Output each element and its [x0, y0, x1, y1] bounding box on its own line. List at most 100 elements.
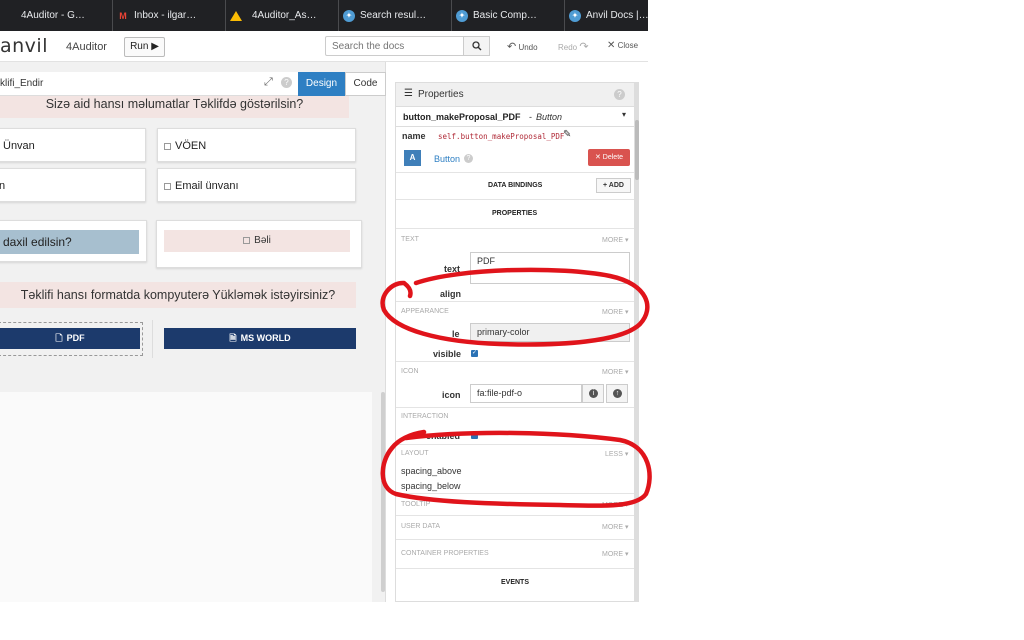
text-field[interactable]: PDF — [470, 252, 630, 284]
properties-title: Properties — [418, 89, 464, 100]
delete-label: Delete — [602, 154, 624, 161]
close-label: Close — [617, 41, 639, 50]
divider — [396, 301, 634, 302]
expand-icon[interactable]: ⤢ — [264, 76, 273, 89]
question-card-2: daxil edilsin? — [0, 220, 147, 262]
icon-picker-button[interactable]: ↑ — [606, 384, 628, 403]
role-field[interactable]: primary-color — [470, 323, 630, 342]
delete-button[interactable]: ✕ Delete — [588, 149, 630, 166]
checkbox-email[interactable]: Email ünvanı — [164, 180, 239, 192]
pdf-button-label: PDF — [66, 333, 85, 343]
component-class-link[interactable]: Button — [434, 154, 460, 164]
tab-design[interactable]: Design — [298, 72, 345, 96]
icon-info-button[interactable]: i — [582, 384, 604, 403]
help-icon[interactable]: ? — [464, 154, 473, 163]
form-header: klifi_Endir ⤢ ? Design Code — [0, 72, 386, 96]
redo-label: Redo — [558, 43, 578, 52]
question-label-3: Təklifi hansı formatda kompyuterə Yükləm… — [0, 282, 356, 308]
visible-checkbox[interactable]: ✓ — [471, 350, 478, 357]
checkbox-card-unvan[interactable]: Ünvan — [0, 128, 146, 162]
more-label: MORE — [602, 502, 623, 509]
less-link-layout[interactable]: LESS ▾ — [605, 450, 628, 458]
component-type-badge: A — [404, 150, 421, 166]
checkbox-label-voen: VÖEN — [175, 140, 207, 152]
screenshot-root: 4Auditor - G… M Inbox - ilgar… 4Auditor_… — [0, 0, 1024, 640]
tab-code[interactable]: Code — [345, 72, 386, 96]
editor-toolbar: anvil 4Auditor — [0, 31, 648, 62]
more-link-text[interactable]: MORE ▾ — [602, 236, 628, 244]
more-label: MORE — [602, 369, 623, 376]
browser-tab-bar: 4Auditor - G… M Inbox - ilgar… 4Auditor_… — [0, 0, 648, 31]
run-button[interactable]: Run ▶ — [124, 37, 165, 57]
form-scrollbar[interactable] — [381, 392, 385, 592]
add-binding-button[interactable]: + ADD — [596, 178, 631, 193]
align-label: align — [440, 289, 462, 299]
properties-panel: ☰ Properties ? button_makeProposal_PDF -… — [395, 82, 635, 602]
arrow-up-icon: ↑ — [613, 389, 622, 398]
msworld-button[interactable]: 🗎 MS WORLD — [164, 328, 356, 349]
question-label-1: Sizə aid hansı məlumatlar Təklifdə göstə… — [0, 96, 349, 118]
section-text: TEXT — [401, 236, 419, 243]
redo-button[interactable]: Redo ↷ — [558, 40, 589, 53]
divider — [396, 199, 634, 200]
browser-tab-3[interactable]: 4Auditor_As… — [226, 0, 339, 31]
name-value[interactable]: self.button_makeProposal_PDF — [438, 132, 564, 141]
add-label: ADD — [608, 182, 624, 189]
browser-tab-6[interactable]: ✦ Anvil Docs |… — [565, 0, 648, 31]
more-link-appearance[interactable]: MORE ▾ — [602, 308, 628, 316]
divider — [396, 493, 634, 494]
checkbox-card-email[interactable]: Email ünvanı — [157, 168, 356, 202]
section-tooltip: TOOLTIP — [401, 501, 431, 508]
app-name: 4Auditor — [66, 41, 107, 53]
chevron-down-icon: ▾ — [622, 110, 627, 119]
help-icon[interactable]: ? — [281, 77, 292, 88]
checkbox-card-voen[interactable]: VÖEN — [157, 128, 356, 162]
more-link-icon[interactable]: MORE ▾ — [602, 368, 628, 376]
component-type-sep: - — [529, 112, 532, 122]
more-link-container[interactable]: MORE ▾ — [602, 550, 628, 558]
checkbox-card-partial[interactable]: n — [0, 168, 146, 202]
more-label: MORE — [602, 524, 623, 531]
close-icon: ✕ — [607, 40, 616, 51]
file-pdf-icon: 🗋 — [55, 333, 63, 343]
pencil-icon[interactable]: ✎ — [563, 129, 571, 140]
text-label: text — [444, 264, 461, 274]
checkbox-box[interactable] — [164, 182, 171, 190]
checkbox-card-beli[interactable]: Bəli — [156, 220, 362, 268]
help-icon[interactable]: ? — [614, 89, 625, 100]
checkbox-box[interactable] — [164, 142, 171, 150]
less-label: LESS — [605, 451, 623, 458]
icon-field[interactable]: fa:file-pdf-o — [470, 384, 582, 403]
visible-label: visible — [433, 349, 462, 359]
component-type: Button — [536, 112, 563, 122]
undo-button[interactable]: ↶ Undo — [507, 40, 538, 53]
properties-scrollbar-thumb[interactable] — [635, 120, 639, 180]
google-drive-icon — [230, 10, 242, 21]
more-link-user-data[interactable]: MORE ▾ — [602, 523, 628, 531]
icon-label: icon — [442, 390, 461, 400]
divider — [396, 407, 634, 408]
component-name: button_makeProposal_PDF — [403, 112, 521, 122]
docs-search-input[interactable] — [325, 36, 464, 56]
close-button[interactable]: ✕ Close — [607, 40, 638, 51]
section-icon: ICON — [401, 368, 419, 375]
checkbox-box[interactable] — [243, 236, 251, 244]
divider — [396, 444, 634, 445]
anvil-favicon-icon: ✦ — [569, 9, 581, 22]
msworld-button-label: MS WORLD — [240, 333, 291, 343]
section-layout: LAYOUT — [401, 450, 429, 457]
browser-tab-4[interactable]: ✦ Search resul… — [339, 0, 452, 31]
search-button[interactable] — [463, 36, 490, 56]
browser-tab-5[interactable]: ✦ Basic Comp… — [452, 0, 565, 31]
section-interaction: INTERACTION — [401, 413, 449, 420]
pdf-button[interactable]: 🗋 PDF — [0, 328, 140, 349]
enabled-checkbox[interactable]: ✓ — [471, 432, 478, 439]
plus-icon: + — [603, 182, 608, 189]
more-link-tooltip[interactable]: MORE ▾ — [602, 501, 628, 509]
checkbox-voen[interactable]: VÖEN — [164, 140, 206, 152]
component-selector[interactable]: button_makeProposal_PDF - Button ▾ — [396, 107, 634, 127]
checkbox-label-partial: n — [0, 180, 6, 192]
checkbox-beli[interactable]: Bəli — [164, 230, 350, 252]
browser-tab-1[interactable]: 4Auditor - G… — [0, 0, 113, 31]
browser-tab-2[interactable]: M Inbox - ilgar… — [113, 0, 226, 31]
